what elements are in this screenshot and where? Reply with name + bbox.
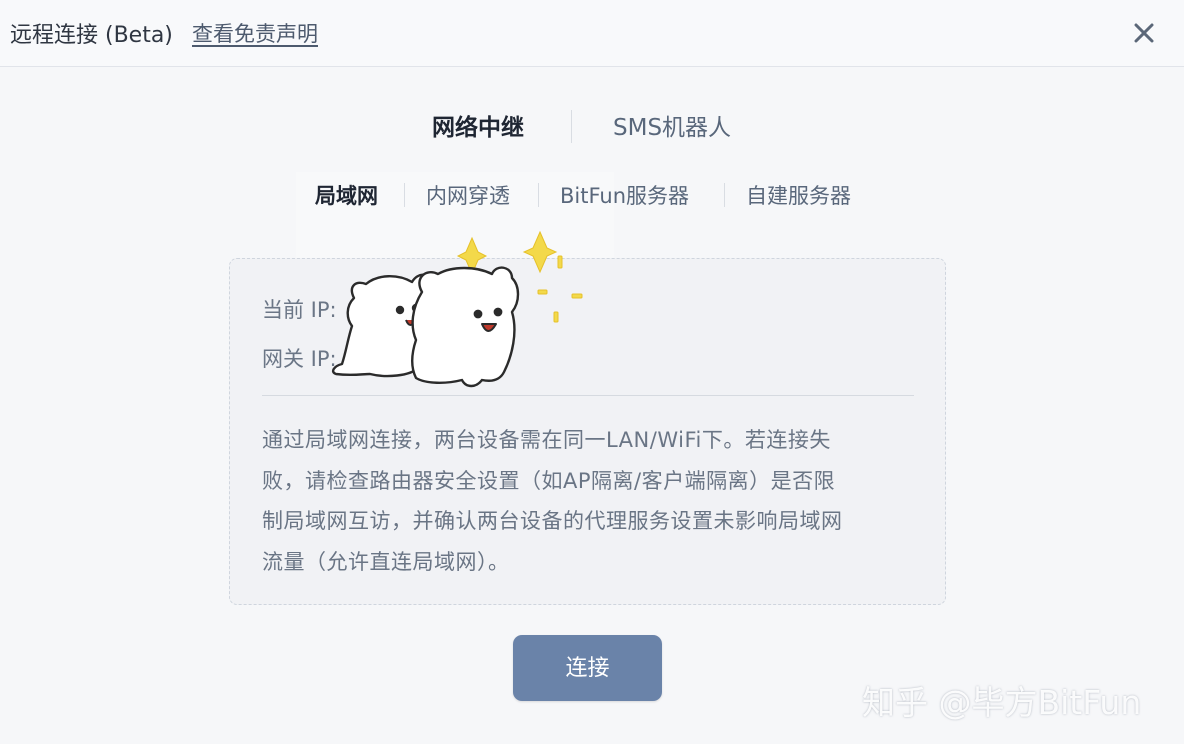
main-tabs: 网络中继 SMS机器人 <box>0 108 1184 152</box>
close-icon[interactable] <box>1130 19 1158 47</box>
lan-description: 通过局域网连接，两台设备需在同一LAN/WiFi下。若连接失 败，请检查路由器安… <box>262 420 922 582</box>
description-line: 流量（允许直连局域网）。 <box>262 549 510 574</box>
bear-sticker <box>331 230 583 388</box>
watermark: 知乎 @毕方BitFun <box>862 683 1142 722</box>
description-line: 通过局域网连接，两台设备需在同一LAN/WiFi下。若连接失 <box>262 428 831 452</box>
dialog-header: 远程连接 (Beta) 查看免责声明 <box>0 0 1184 67</box>
subtab-lan[interactable]: 局域网 <box>315 180 378 210</box>
subtab-divider <box>724 183 725 207</box>
disclaimer-link[interactable]: 查看免责声明 <box>192 18 318 48</box>
subtab-divider <box>404 183 405 207</box>
subtab-bitfun-server[interactable]: BitFun服务器 <box>560 180 689 210</box>
subtab-divider <box>538 183 539 207</box>
remote-connection-dialog: 远程连接 (Beta) 查看免责声明 网络中继 SMS机器人 局域网 内网穿透 … <box>0 0 1184 744</box>
description-line: 败，请检查路由器安全设置（如AP隔离/客户端隔离）是否限 <box>262 468 836 493</box>
tab-divider <box>571 110 572 143</box>
subtab-self-hosted-server[interactable]: 自建服务器 <box>746 180 851 210</box>
subtab-nat-traversal[interactable]: 内网穿透 <box>426 180 510 210</box>
connect-button[interactable]: 连接 <box>513 635 662 701</box>
tab-sms-bot[interactable]: SMS机器人 <box>613 108 731 142</box>
bear-right-icon <box>411 266 520 388</box>
description-line: 制局域网互访，并确认两台设备的代理服务设置未影响局域网 <box>262 509 843 533</box>
dialog-title: 远程连接 (Beta) <box>10 23 173 48</box>
tab-network-relay[interactable]: 网络中继 <box>432 108 524 142</box>
